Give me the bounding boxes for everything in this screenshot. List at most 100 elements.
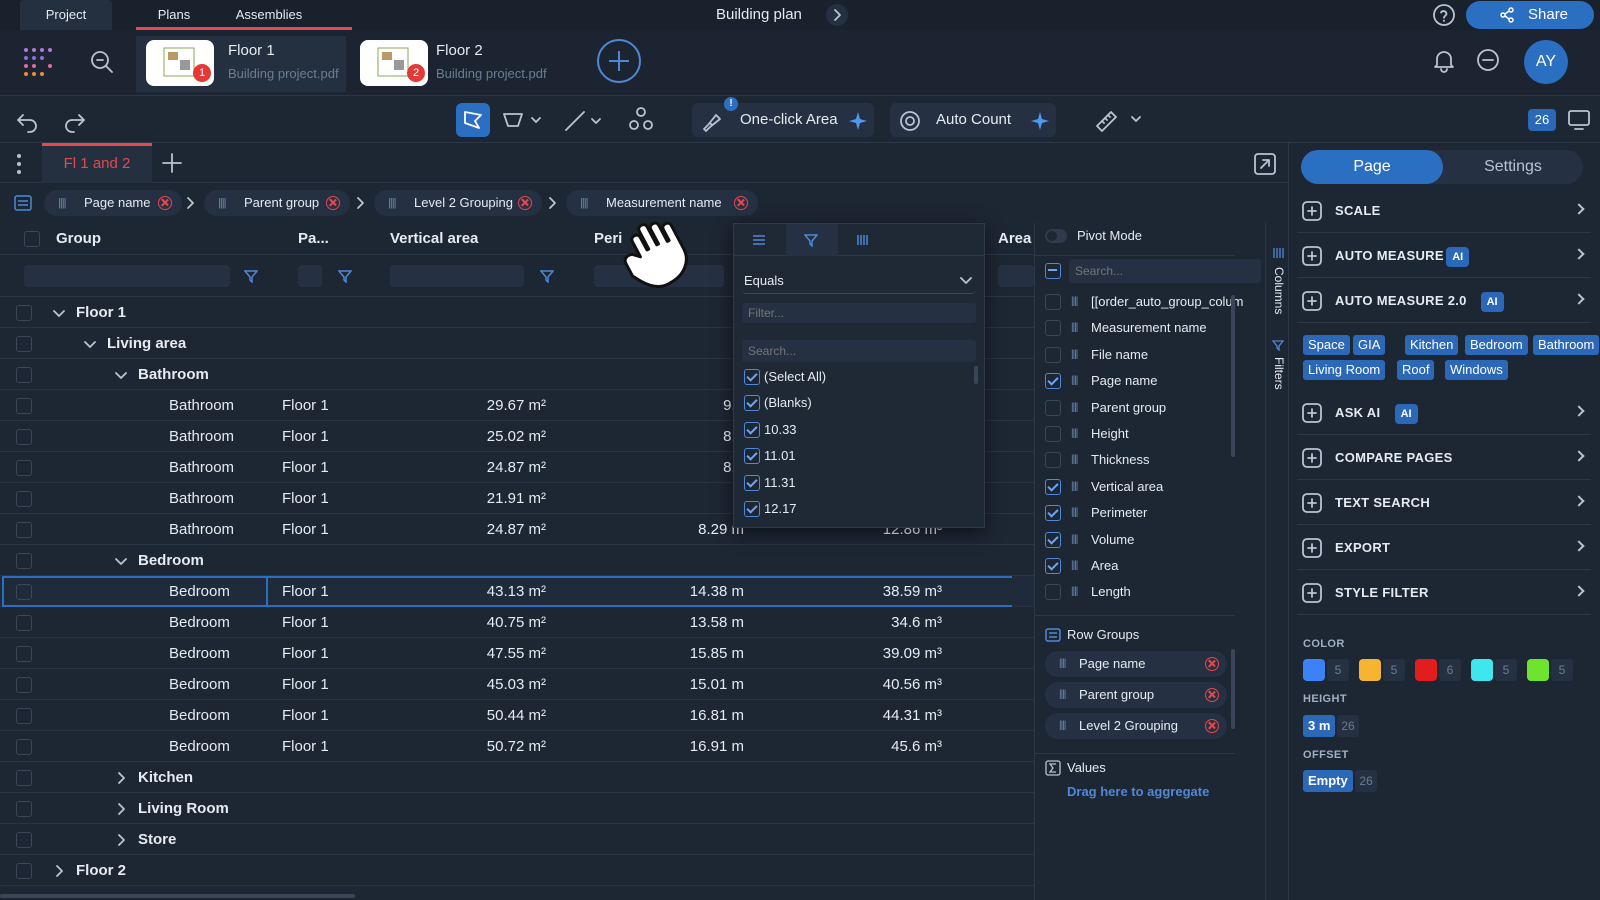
color-swatch[interactable]: [1359, 659, 1381, 681]
monitor-icon[interactable]: [1566, 107, 1592, 133]
chevron-right-icon[interactable]: [52, 864, 66, 878]
column-checkbox[interactable]: [1045, 294, 1061, 310]
row-checkbox[interactable]: [16, 739, 32, 755]
chevron-right-icon[interactable]: [114, 771, 128, 785]
chevron-down-icon[interactable]: [83, 337, 97, 351]
user-avatar[interactable]: AY: [1524, 40, 1568, 84]
remove-icon[interactable]: [1205, 657, 1219, 671]
chevron-right-icon[interactable]: [1573, 540, 1585, 552]
column-checkbox[interactable]: [1045, 320, 1061, 337]
tag-chip[interactable]: Roof: [1397, 360, 1435, 380]
search-zoom-icon[interactable]: [88, 48, 116, 76]
side-tab-filters[interactable]: Filters: [1272, 357, 1286, 390]
pivot-mode-toggle[interactable]: [1045, 229, 1067, 243]
row-checkbox[interactable]: [16, 832, 32, 848]
page-filter-input[interactable]: [298, 265, 322, 287]
remove-icon[interactable]: [734, 196, 748, 210]
filter-value-input[interactable]: [742, 303, 976, 323]
column-checkbox[interactable]: [1045, 558, 1061, 574]
table-row[interactable]: Bedroom Floor 1 50.72 m² 16.91 m 45.6 m³: [0, 731, 1034, 762]
one-click-area-button[interactable]: ! One-click Area: [692, 97, 874, 137]
row-checkbox[interactable]: [16, 553, 32, 569]
columns-toggle-all-checkbox[interactable]: [1045, 263, 1061, 279]
options-scrollbar[interactable]: [974, 366, 978, 384]
popup-tab-menu[interactable]: [734, 224, 786, 256]
table-row[interactable]: Bedroom Floor 1 40.75 m² 13.58 m 34.6 m³: [0, 607, 1034, 638]
add-file-button[interactable]: [596, 38, 642, 84]
chevron-right-icon[interactable]: [1573, 248, 1585, 260]
tab-settings[interactable]: Settings: [1443, 150, 1583, 184]
select-all-checkbox[interactable]: [24, 231, 40, 247]
column-item[interactable]: |||| Volume: [1045, 527, 1265, 553]
feature-auto-measure[interactable]: AUTO MEASURE AI: [1297, 234, 1591, 278]
vertical-area-filter-input[interactable]: [390, 265, 524, 287]
filter-option[interactable]: 12.17: [744, 496, 982, 522]
filter-option[interactable]: (Select All): [744, 364, 982, 390]
remove-icon[interactable]: [1205, 719, 1219, 733]
column-item[interactable]: |||| Length: [1045, 579, 1265, 605]
height-value-chip[interactable]: 3 m: [1303, 715, 1336, 737]
side-tab-columns[interactable]: Columns: [1272, 267, 1286, 314]
columns-search-input[interactable]: [1069, 259, 1261, 283]
filter-option[interactable]: (Blanks): [744, 390, 982, 416]
filter-icon[interactable]: [244, 269, 258, 283]
sheet-menu-dots-icon[interactable]: [16, 153, 22, 175]
option-checkbox[interactable]: [744, 501, 760, 517]
columns-scrollbar[interactable]: [1231, 295, 1235, 457]
tab-plans[interactable]: Plans: [136, 0, 212, 30]
remove-icon[interactable]: [518, 196, 532, 210]
group-row[interactable]: Kitchen: [0, 762, 1034, 793]
column-checkbox[interactable]: [1045, 346, 1061, 363]
file-card-floor2[interactable]: 2 Floor 2 Building project.pdf: [350, 36, 560, 92]
shape-tool-icon[interactable]: [502, 110, 542, 130]
tab-project[interactable]: Project: [20, 0, 112, 30]
group-chip-parent-group[interactable]: |||| Parent group: [204, 190, 350, 216]
group-chip-level2[interactable]: |||| Level 2 Grouping: [374, 190, 542, 216]
row-checkbox[interactable]: [16, 677, 32, 693]
column-checkbox[interactable]: [1045, 531, 1061, 548]
grid-scrollbar-thumb[interactable]: [0, 894, 355, 898]
tab-assemblies[interactable]: Assemblies: [214, 0, 324, 30]
app-menu-dots-icon[interactable]: [22, 46, 56, 80]
feature-scale[interactable]: SCALE: [1297, 189, 1591, 233]
group-row[interactable]: Store: [0, 824, 1034, 855]
expand-grid-icon[interactable]: [1252, 151, 1278, 177]
filter-option[interactable]: 10.33: [744, 417, 982, 443]
file-card-floor1[interactable]: 1 Floor 1 Building project.pdf: [136, 36, 346, 92]
popup-tab-columns[interactable]: [838, 224, 890, 256]
row-checkbox[interactable]: [16, 615, 32, 631]
header-group[interactable]: Group: [56, 223, 101, 255]
option-checkbox[interactable]: [744, 421, 760, 438]
row-checkbox[interactable]: [16, 429, 32, 445]
group-filter-input[interactable]: [24, 265, 230, 287]
column-checkbox[interactable]: [1045, 452, 1061, 469]
color-swatch[interactable]: [1415, 659, 1437, 681]
chevron-right-icon[interactable]: [114, 802, 128, 816]
filter-operator-select[interactable]: Equals: [742, 268, 976, 294]
filter-icon[interactable]: [338, 269, 352, 283]
column-checkbox[interactable]: [1045, 399, 1061, 416]
row-group-chip[interactable]: |||| Level 2 Grouping: [1045, 713, 1227, 739]
row-checkbox[interactable]: [16, 336, 32, 352]
column-checkbox[interactable]: [1045, 584, 1061, 601]
row-checkbox[interactable]: [16, 491, 32, 507]
filter-option[interactable]: 11.31: [744, 470, 982, 496]
notifications-bell-icon[interactable]: [1430, 46, 1458, 74]
color-swatch[interactable]: [1527, 659, 1549, 681]
ruler-tool-icon[interactable]: [1094, 107, 1146, 133]
remove-icon[interactable]: [326, 196, 340, 210]
filter-search-input[interactable]: [742, 340, 976, 362]
page-count-badge[interactable]: 26: [1528, 109, 1556, 131]
chevron-right-icon[interactable]: [114, 833, 128, 847]
option-checkbox[interactable]: [744, 448, 760, 465]
polygon-area-tool[interactable]: [456, 103, 490, 137]
option-checkbox[interactable]: [744, 369, 760, 385]
row-checkbox[interactable]: [16, 522, 32, 538]
group-row[interactable]: Floor 2: [0, 855, 1034, 886]
group-row[interactable]: Bedroom: [0, 545, 1034, 576]
group-row[interactable]: Living Room: [0, 793, 1034, 824]
offset-value-chip[interactable]: Empty: [1303, 770, 1353, 792]
line-tool-icon[interactable]: [564, 110, 604, 132]
chevron-right-icon[interactable]: [1573, 203, 1585, 215]
row-checkbox[interactable]: [16, 646, 32, 662]
